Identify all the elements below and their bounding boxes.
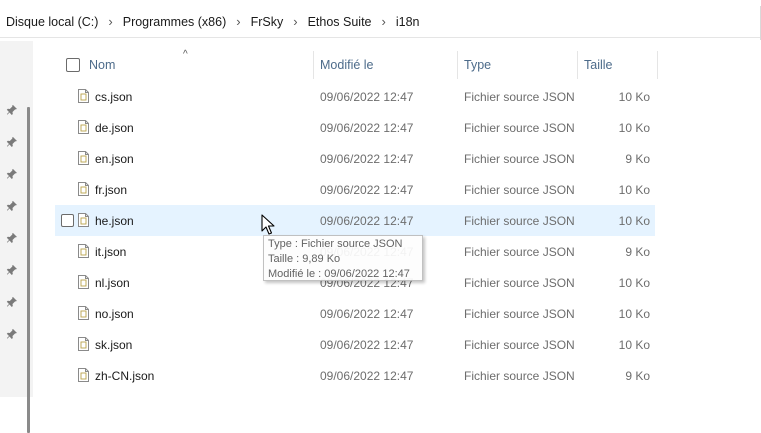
file-type: Fichier source JSON: [464, 213, 575, 228]
json-file-icon: [78, 275, 89, 289]
file-name[interactable]: he.json: [95, 205, 134, 236]
breadcrumb-item-current[interactable]: i18n: [396, 15, 420, 29]
breadcrumb-separator[interactable]: ›: [293, 15, 297, 28]
json-file-icon: [78, 368, 89, 382]
file-type: Fichier source JSON: [464, 306, 575, 321]
file-type: Fichier source JSON: [464, 89, 575, 104]
navigation-pane: [0, 41, 33, 433]
column-divider[interactable]: [657, 51, 658, 79]
breadcrumb-item[interactable]: Disque local (C:): [6, 15, 98, 29]
file-type: Fichier source JSON: [464, 337, 575, 352]
pin-icon[interactable]: [6, 200, 18, 212]
file-size: 9 Ko: [625, 368, 650, 383]
file-name[interactable]: de.json: [95, 112, 134, 143]
file-modified-date: 09/06/2022 12:47: [320, 151, 414, 166]
file-row[interactable]: de.json 09/06/2022 12:47 Fichier source JS…: [55, 112, 655, 143]
pin-icon[interactable]: [6, 296, 18, 308]
file-type: Fichier source JSON: [464, 275, 575, 290]
file-size: 10 Ko: [618, 89, 650, 104]
file-type: Fichier source JSON: [464, 244, 575, 259]
json-file-icon: [78, 89, 89, 103]
pin-icon[interactable]: [6, 136, 18, 148]
pin-icon[interactable]: [6, 168, 18, 180]
tooltip-modified: Modifié le : 09/06/2022 12:47: [268, 268, 410, 280]
file-modified-date: 09/06/2022 12:47: [320, 89, 414, 104]
json-file-icon: [78, 120, 89, 134]
sort-ascending-icon: ^: [183, 49, 188, 60]
file-row[interactable]: en.json 09/06/2022 12:47 Fichier source JS…: [55, 143, 655, 174]
file-name[interactable]: no.json: [95, 298, 134, 329]
select-all-checkbox[interactable]: [66, 58, 80, 72]
file-info-tooltip: Type : Fichier source JSON Taille : 9,89…: [263, 235, 423, 281]
file-size: 9 Ko: [625, 151, 650, 166]
file-row[interactable]: fr.json 09/06/2022 12:47 Fichier source JS…: [55, 174, 655, 205]
file-modified-date: 09/06/2022 12:47: [320, 368, 414, 383]
navigation-scrollbar[interactable]: [27, 107, 30, 433]
file-name[interactable]: cs.json: [95, 81, 132, 112]
file-type: Fichier source JSON: [464, 368, 575, 383]
tooltip-size: Taille : 9,89 Ko: [268, 253, 341, 265]
file-row[interactable]: sk.json 09/06/2022 12:47 Fichier source JS…: [55, 329, 655, 360]
breadcrumb-item[interactable]: Programmes (x86): [123, 15, 227, 29]
json-file-icon: [78, 213, 89, 227]
file-size: 10 Ko: [618, 275, 650, 290]
file-name[interactable]: zh-CN.json: [95, 360, 154, 391]
column-header-modified[interactable]: Modifié le: [320, 51, 374, 79]
file-row[interactable]: cs.json 09/06/2022 12:47 Fichier source JS…: [55, 81, 655, 112]
json-file-icon: [78, 337, 89, 351]
column-header-row: Nom ^ Modifié le Type Taille: [55, 49, 660, 79]
breadcrumb-separator[interactable]: ›: [236, 15, 240, 28]
breadcrumb-item[interactable]: Ethos Suite: [308, 15, 372, 29]
column-divider[interactable]: [577, 51, 578, 79]
mouse-cursor-icon: [261, 214, 275, 235]
tooltip-type: Type : Fichier source JSON: [268, 238, 403, 250]
breadcrumb-item[interactable]: FrSky: [251, 15, 284, 29]
column-divider[interactable]: [457, 51, 458, 79]
column-header-type[interactable]: Type: [464, 51, 491, 79]
file-modified-date: 09/06/2022 12:47: [320, 337, 414, 352]
json-file-icon: [78, 306, 89, 320]
file-size: 10 Ko: [618, 337, 650, 352]
file-modified-date: 09/06/2022 12:47: [320, 213, 414, 228]
file-modified-date: 09/06/2022 12:47: [320, 120, 414, 135]
file-row[interactable]: zh-CN.json 09/06/2022 12:47 Fichier source…: [55, 360, 655, 391]
json-file-icon: [78, 182, 89, 196]
file-size: 9 Ko: [625, 244, 650, 259]
breadcrumb-separator[interactable]: ›: [108, 15, 112, 28]
file-size: 10 Ko: [618, 182, 650, 197]
pin-icon[interactable]: [6, 264, 18, 276]
file-row[interactable]: he.json 09/06/2022 12:47 Fichier source JS…: [55, 205, 655, 236]
json-file-icon: [78, 244, 89, 258]
file-size: 10 Ko: [618, 213, 650, 228]
file-modified-date: 09/06/2022 12:47: [320, 306, 414, 321]
pin-icon[interactable]: [6, 232, 18, 244]
file-name[interactable]: sk.json: [95, 329, 132, 360]
column-header-size[interactable]: Taille: [584, 51, 613, 79]
breadcrumb-separator[interactable]: ›: [382, 15, 386, 28]
breadcrumb: Disque local (C:) › Programmes (x86) › F…: [0, 6, 761, 38]
file-type: Fichier source JSON: [464, 120, 575, 135]
file-modified-date: 09/06/2022 12:47: [320, 182, 414, 197]
pin-icon[interactable]: [6, 104, 18, 116]
file-type: Fichier source JSON: [464, 151, 575, 166]
json-file-icon: [78, 151, 89, 165]
file-name[interactable]: en.json: [95, 143, 134, 174]
file-type: Fichier source JSON: [464, 182, 575, 197]
file-name[interactable]: it.json: [95, 236, 126, 267]
pin-icon[interactable]: [6, 328, 18, 340]
file-size: 10 Ko: [618, 120, 650, 135]
column-header-name[interactable]: Nom: [89, 51, 115, 79]
file-name[interactable]: fr.json: [95, 174, 127, 205]
file-name[interactable]: nl.json: [95, 267, 130, 298]
file-row[interactable]: no.json 09/06/2022 12:47 Fichier source JS…: [55, 298, 655, 329]
column-divider[interactable]: [313, 51, 314, 79]
file-size: 10 Ko: [618, 306, 650, 321]
row-checkbox[interactable]: [61, 214, 74, 227]
